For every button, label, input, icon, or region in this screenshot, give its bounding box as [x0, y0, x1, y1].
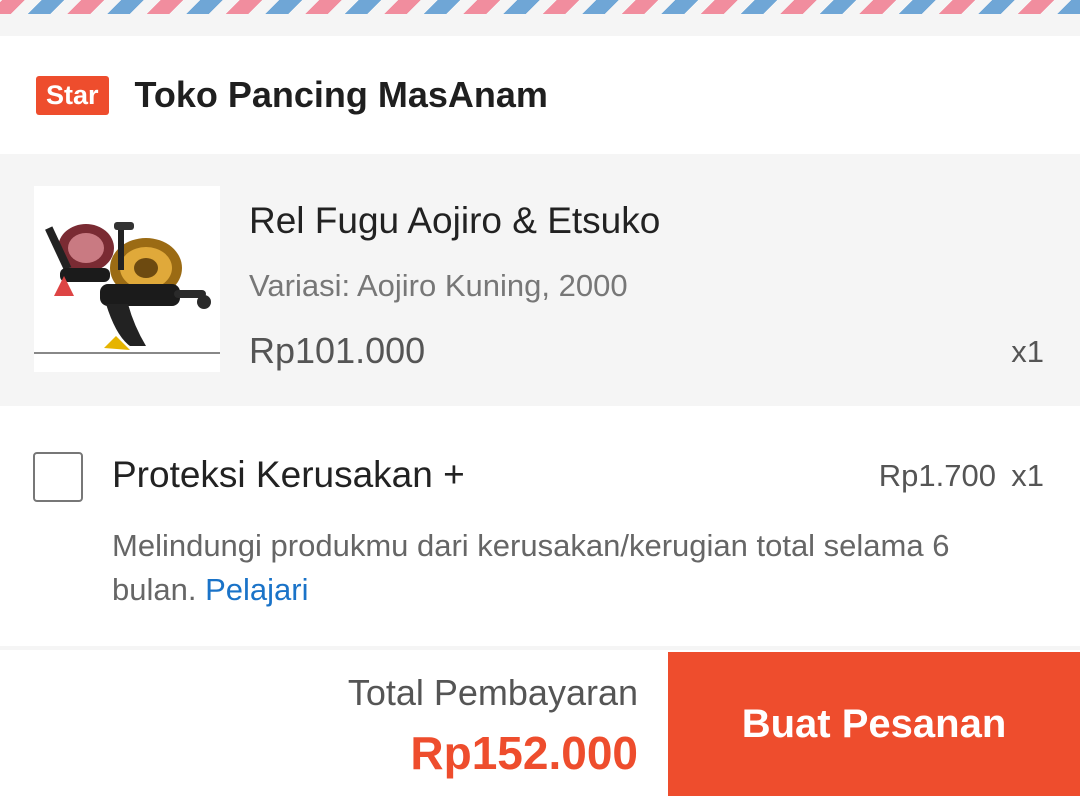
total-payment-value: Rp152.000: [410, 727, 638, 779]
product-quantity: x1: [1011, 334, 1044, 369]
shop-header[interactable]: Star Toko Pancing MasAnam: [0, 36, 1080, 154]
damage-protection-section: Proteksi Kerusakan + Rp1.700 x1 Melindun…: [0, 406, 1080, 646]
product-title[interactable]: Rel Fugu Aojiro & Etsuko: [249, 200, 660, 242]
product-variant: Variasi: Aojiro Kuning, 2000: [249, 268, 628, 303]
protection-title[interactable]: Proteksi Kerusakan +: [112, 454, 465, 496]
fishing-reel-image[interactable]: [34, 186, 220, 372]
protection-description: Melindungi produkmu dari kerusakan/kerug…: [112, 524, 1032, 612]
place-order-button[interactable]: Buat Pesanan: [668, 652, 1080, 796]
protection-price: Rp1.700: [878, 458, 996, 493]
checkout-bar: Total Pembayaran Rp152.000 Buat Pesanan: [0, 650, 1080, 802]
star-badge: Star: [36, 75, 109, 115]
total-payment-label: Total Pembayaran: [347, 672, 638, 713]
spacer: [0, 14, 1080, 36]
protection-quantity: x1: [1011, 458, 1044, 493]
shop-name[interactable]: Toko Pancing MasAnam: [135, 74, 548, 116]
protection-checkbox[interactable]: [33, 452, 83, 502]
airmail-stripe: [0, 0, 1080, 14]
product-item[interactable]: Rel Fugu Aojiro & Etsuko Variasi: Aojiro…: [0, 154, 1080, 406]
learn-more-link[interactable]: Pelajari: [205, 572, 308, 607]
product-price: Rp101.000: [249, 330, 426, 371]
